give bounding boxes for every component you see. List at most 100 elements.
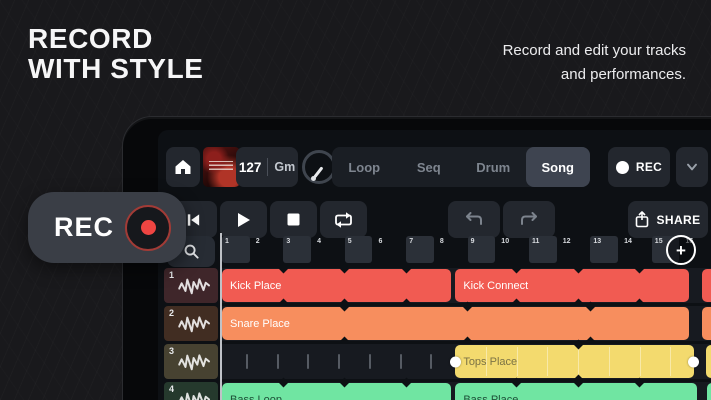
clip[interactable]: Kick Place [702, 269, 711, 302]
clip[interactable]: Tops Place [450, 339, 699, 384]
ruler-bar[interactable]: 13 [590, 236, 619, 263]
hero-title: RECORD WITH STYLE [28, 24, 204, 84]
mix-knob[interactable] [302, 150, 336, 184]
record-button-label: REC [635, 160, 663, 174]
collapse-panel-button[interactable] [676, 147, 708, 187]
clip-resize-handle-left[interactable] [450, 356, 462, 367]
ruler-bar-number: 11 [532, 238, 540, 245]
clip[interactable]: Tops [705, 345, 711, 378]
ruler-bar[interactable]: 14 [621, 236, 649, 263]
hero-title-line1: RECORD [28, 23, 153, 54]
ruler-bar-number: 3 [286, 238, 291, 245]
knob-dot-icon [311, 176, 316, 181]
ruler-bar[interactable]: 6 [376, 236, 404, 263]
stop-icon [287, 213, 300, 226]
clip[interactable]: Bass [707, 383, 711, 400]
rec-callout-label: REC [54, 212, 115, 242]
tab-song[interactable]: Song [525, 147, 590, 187]
track-number: 1 [169, 270, 175, 280]
app-screen: 127 Gm Loop Seq Drum Song REC SHARE 1 2 … [158, 130, 711, 400]
ruler-bar[interactable]: 5 [344, 236, 373, 263]
rec-callout-button[interactable]: REC [28, 192, 186, 263]
ruler-bar-number: 14 [624, 238, 632, 245]
home-button[interactable] [166, 147, 200, 187]
hero-title-line2: WITH STYLE [28, 53, 204, 84]
ruler-bar-number: 9 [470, 238, 475, 245]
clip-label: Kick Connect [463, 279, 529, 292]
timeline-zoom-button[interactable]: + [666, 235, 696, 265]
project-thumbnail[interactable] [203, 147, 240, 187]
track-number: 4 [169, 384, 175, 394]
ruler-bar-number: 15 [654, 238, 663, 245]
playhead [220, 233, 222, 400]
undo-icon [466, 212, 482, 225]
skip-to-start-icon [187, 213, 200, 226]
bar-tick [368, 354, 371, 369]
track-row: 3 Tops Place Tops [158, 339, 711, 384]
waveform-icon [178, 316, 211, 333]
plus-icon: + [676, 240, 686, 260]
ruler-bar[interactable]: 3 [283, 236, 312, 263]
ruler-bar[interactable]: 10 [498, 236, 526, 263]
tab-drum[interactable]: Drum [461, 147, 526, 187]
bar-tick [430, 354, 433, 369]
loop-icon [335, 211, 352, 228]
ruler-bar-number: 7 [409, 238, 414, 245]
tempo-key-divider [267, 158, 269, 176]
share-icon [636, 211, 649, 228]
share-button-label: SHARE [656, 212, 701, 227]
track-header[interactable]: 2 [164, 306, 218, 341]
ruler-bar[interactable]: 7 [406, 236, 434, 263]
clip-label: Bass Loop [230, 393, 282, 400]
track-number: 2 [169, 308, 175, 318]
ruler-bar-number: 4 [317, 238, 321, 245]
clip[interactable]: Snare Place [222, 301, 690, 346]
hero-subtitle-line2: and performances. [560, 66, 686, 83]
bar-tick [246, 354, 248, 369]
track-number: 3 [169, 346, 175, 356]
ruler-bar-number: 10 [501, 238, 510, 245]
track-header[interactable]: 3 [164, 344, 218, 379]
clip[interactable]: Kick Place [222, 263, 452, 308]
tracks: 1 Kick Place Kick Connect Kick Place 2 Snare … [158, 263, 711, 400]
redo-icon [521, 212, 537, 225]
clip[interactable]: Bass Place [455, 377, 697, 400]
bar-tick [307, 354, 310, 369]
tab-seq[interactable]: Seq [397, 147, 462, 187]
waveform-icon [178, 278, 211, 295]
track-row: 4 Bass Loop Bass Place Bass [158, 377, 711, 400]
clip-label: Bass Place [463, 393, 519, 400]
ruler-bar[interactable]: 12 [560, 236, 588, 263]
clip-segment-divider [639, 347, 641, 376]
clip-label: Kick Place [230, 279, 282, 292]
track-row: 2 Snare Place Snare [158, 301, 711, 346]
record-circle-icon [615, 160, 629, 174]
tempo-key-display[interactable]: 127 Gm [236, 147, 298, 187]
track-header[interactable]: 4 [164, 382, 218, 400]
waveform-icon [178, 392, 211, 400]
ruler-bar[interactable]: 4 [314, 236, 342, 263]
tab-loop[interactable]: Loop [332, 147, 397, 187]
chevron-down-icon [687, 163, 697, 171]
ruler-bar-number: 12 [562, 238, 571, 245]
clip-label: Snare Place [230, 317, 290, 330]
clip-resize-handle-right[interactable] [687, 356, 699, 367]
ruler-bar-number: 5 [347, 238, 352, 245]
clip[interactable]: Kick Connect [455, 263, 690, 308]
track-header[interactable]: 1 [164, 268, 218, 303]
hero-subtitle-line1: Record and edit your tracks [502, 42, 686, 59]
ruler-bar[interactable]: 1 [222, 236, 250, 263]
ruler-bar[interactable]: 8 [437, 236, 465, 263]
record-button[interactable]: REC [608, 147, 670, 187]
ruler-track[interactable]: 1234567891011121314151617 [158, 233, 711, 266]
ruler-bar[interactable]: 11 [529, 236, 557, 263]
ruler-bar[interactable]: 2 [253, 236, 281, 263]
clip-label: Tops Place [463, 355, 518, 368]
ruler-bar[interactable]: 9 [467, 236, 496, 263]
clip[interactable]: Snare [702, 307, 711, 340]
clip[interactable]: Bass Loop [222, 377, 452, 400]
ruler-bar-number: 1 [225, 238, 229, 245]
ruler-bar-number: 8 [439, 238, 444, 245]
clip-segment-divider [486, 347, 487, 376]
key-value: Gm [274, 160, 296, 174]
